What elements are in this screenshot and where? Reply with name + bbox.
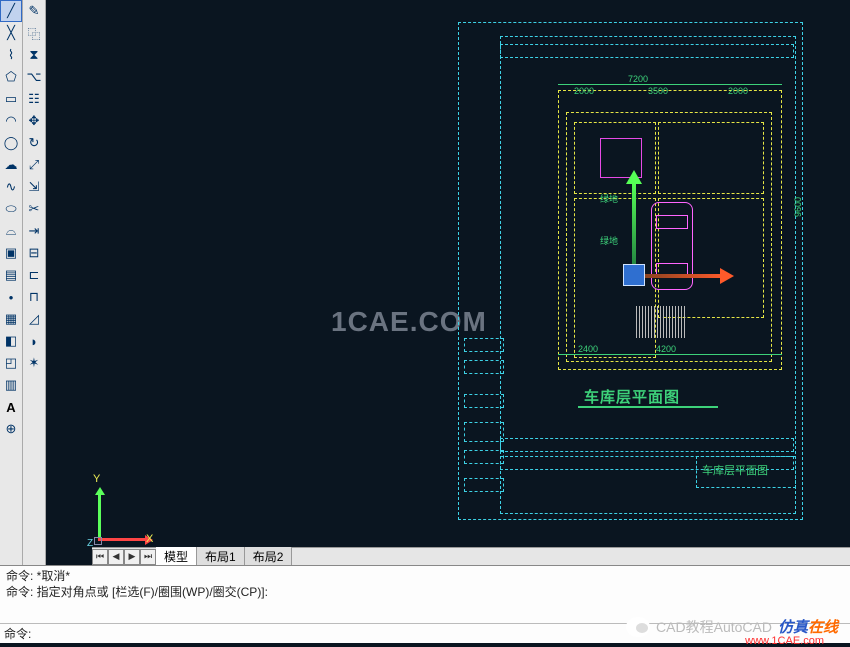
- array-icon[interactable]: ☷: [23, 88, 45, 110]
- rotate-icon[interactable]: ↻: [23, 132, 45, 154]
- table-icon[interactable]: ▥: [0, 374, 22, 396]
- add-selected-icon[interactable]: ⊕: [0, 418, 22, 440]
- copy-icon[interactable]: ⿻: [23, 22, 45, 44]
- draw-modify-toolbars: ╱ ╳ ⌇ ⬠ ▭ ◠ ◯ ☁ ∿ ⬭ ⌓ ▣ ▤ • ▦ ◧ ◰ ▥ A ⊕ …: [0, 0, 46, 565]
- fillet-icon[interactable]: ◗: [23, 330, 45, 352]
- join-icon[interactable]: ⊓: [23, 286, 45, 308]
- revision-cloud-icon[interactable]: ☁: [0, 154, 22, 176]
- dim-room-w: 4200: [656, 344, 676, 354]
- cad-tutorial-label: CAD教程AutoCAD: [656, 617, 772, 637]
- text-icon[interactable]: A: [0, 396, 22, 418]
- ellipse-icon[interactable]: ⬭: [0, 198, 22, 220]
- modify-toolbar: ✎ ⿻ ⧗ ⌥ ☷ ✥ ↻ ⤢ ⇲ ✂ ⇥ ⊟ ⊏ ⊓ ◿ ◗ ✶: [23, 0, 46, 565]
- cmd-line-1: 命令: *取消*: [6, 568, 844, 584]
- move-icon[interactable]: ✥: [23, 110, 45, 132]
- gizmo-y-axis[interactable]: [632, 182, 636, 274]
- tab-nav-prev-icon[interactable]: ◀: [108, 549, 124, 565]
- polygon-icon[interactable]: ⬠: [0, 66, 22, 88]
- break-at-point-icon[interactable]: ⊟: [23, 242, 45, 264]
- layout-tab-bar: ⏮ ◀ ▶ ⏭ 模型 布局1 布局2: [92, 547, 850, 565]
- mirror-icon[interactable]: ⧗: [23, 44, 45, 66]
- trim-icon[interactable]: ✂: [23, 198, 45, 220]
- circle-icon[interactable]: ◯: [0, 132, 22, 154]
- wechat-icon: [626, 617, 650, 637]
- ucs-y-label: Y: [93, 473, 100, 485]
- titleblock-label: 车库层平面图: [702, 462, 768, 478]
- spline-icon[interactable]: ∿: [0, 176, 22, 198]
- rectangle-icon[interactable]: ▭: [0, 88, 22, 110]
- ucs-x-label: X: [146, 533, 153, 545]
- offset-icon[interactable]: ⌥: [23, 66, 45, 88]
- block-insert-icon[interactable]: ▣: [0, 242, 22, 264]
- footer-url: www.1CAE.com: [745, 635, 824, 647]
- arc-icon[interactable]: ◠: [0, 110, 22, 132]
- tab-model[interactable]: 模型: [156, 547, 197, 565]
- room-label2: 绿地: [600, 192, 618, 205]
- gizmo-x-axis[interactable]: [634, 274, 724, 278]
- simu-a: 仿真: [778, 619, 808, 636]
- branding-footer: CAD教程AutoCAD 仿真在线 www.1CAE.com: [626, 616, 838, 637]
- break-icon[interactable]: ⊏: [23, 264, 45, 286]
- scale-icon[interactable]: ⤢: [23, 154, 45, 176]
- dim-row1: 2400: [578, 344, 598, 354]
- erase-icon[interactable]: ✎: [23, 0, 45, 22]
- draw-toolbar: ╱ ╳ ⌇ ⬠ ▭ ◠ ◯ ☁ ∿ ⬭ ⌓ ▣ ▤ • ▦ ◧ ◰ ▥ A ⊕: [0, 0, 23, 565]
- block-make-icon[interactable]: ▤: [0, 264, 22, 286]
- dim-left: 2000: [574, 86, 594, 96]
- tab-nav-first-icon[interactable]: ⏮: [92, 549, 108, 565]
- dim-side: 9600: [793, 197, 803, 217]
- tab-nav-next-icon[interactable]: ▶: [124, 549, 140, 565]
- point-icon[interactable]: •: [0, 286, 22, 308]
- room-label1: 绿地: [600, 234, 618, 247]
- extend-icon[interactable]: ⇥: [23, 220, 45, 242]
- ucs-icon: Y X Z: [84, 475, 164, 555]
- floor-plan-drawing: 7200 2000 3500 2000 9600 绿地 绿地 2400 4200…: [458, 22, 803, 520]
- stair-hatch: [636, 306, 686, 338]
- drawing-title: 车库层平面图: [584, 386, 680, 407]
- tab-nav-last-icon[interactable]: ⏭: [140, 549, 156, 565]
- cmd-line-2: 命令: 指定对角点或 [栏选(F)/圈围(WP)/圈交(CP)]:: [6, 584, 844, 600]
- model-space[interactable]: 1CAE.COM Y X Z: [46, 0, 850, 565]
- tab-layout1[interactable]: 布局1: [197, 547, 245, 565]
- command-history: 命令: *取消* 命令: 指定对角点或 [栏选(F)/圈围(WP)/圈交(CP)…: [0, 566, 850, 623]
- dim-top: 7200: [628, 74, 648, 84]
- dim-right: 2000: [728, 86, 748, 96]
- stretch-icon[interactable]: ⇲: [23, 176, 45, 198]
- construction-line-icon[interactable]: ╳: [0, 22, 22, 44]
- chamfer-icon[interactable]: ◿: [23, 308, 45, 330]
- region-icon[interactable]: ◰: [0, 352, 22, 374]
- hatch-icon[interactable]: ▦: [0, 308, 22, 330]
- line-icon[interactable]: ╱: [0, 0, 22, 22]
- command-prompt-label: 命令:: [4, 625, 31, 642]
- gradient-icon[interactable]: ◧: [0, 330, 22, 352]
- gizmo-origin-grip[interactable]: [623, 264, 645, 286]
- simu-b: 在线: [808, 619, 838, 636]
- tab-layout2[interactable]: 布局2: [245, 547, 293, 565]
- ellipse-arc-icon[interactable]: ⌓: [0, 220, 22, 242]
- explode-icon[interactable]: ✶: [23, 352, 45, 374]
- dim-mid: 3500: [648, 86, 668, 96]
- polyline-icon[interactable]: ⌇: [0, 44, 22, 66]
